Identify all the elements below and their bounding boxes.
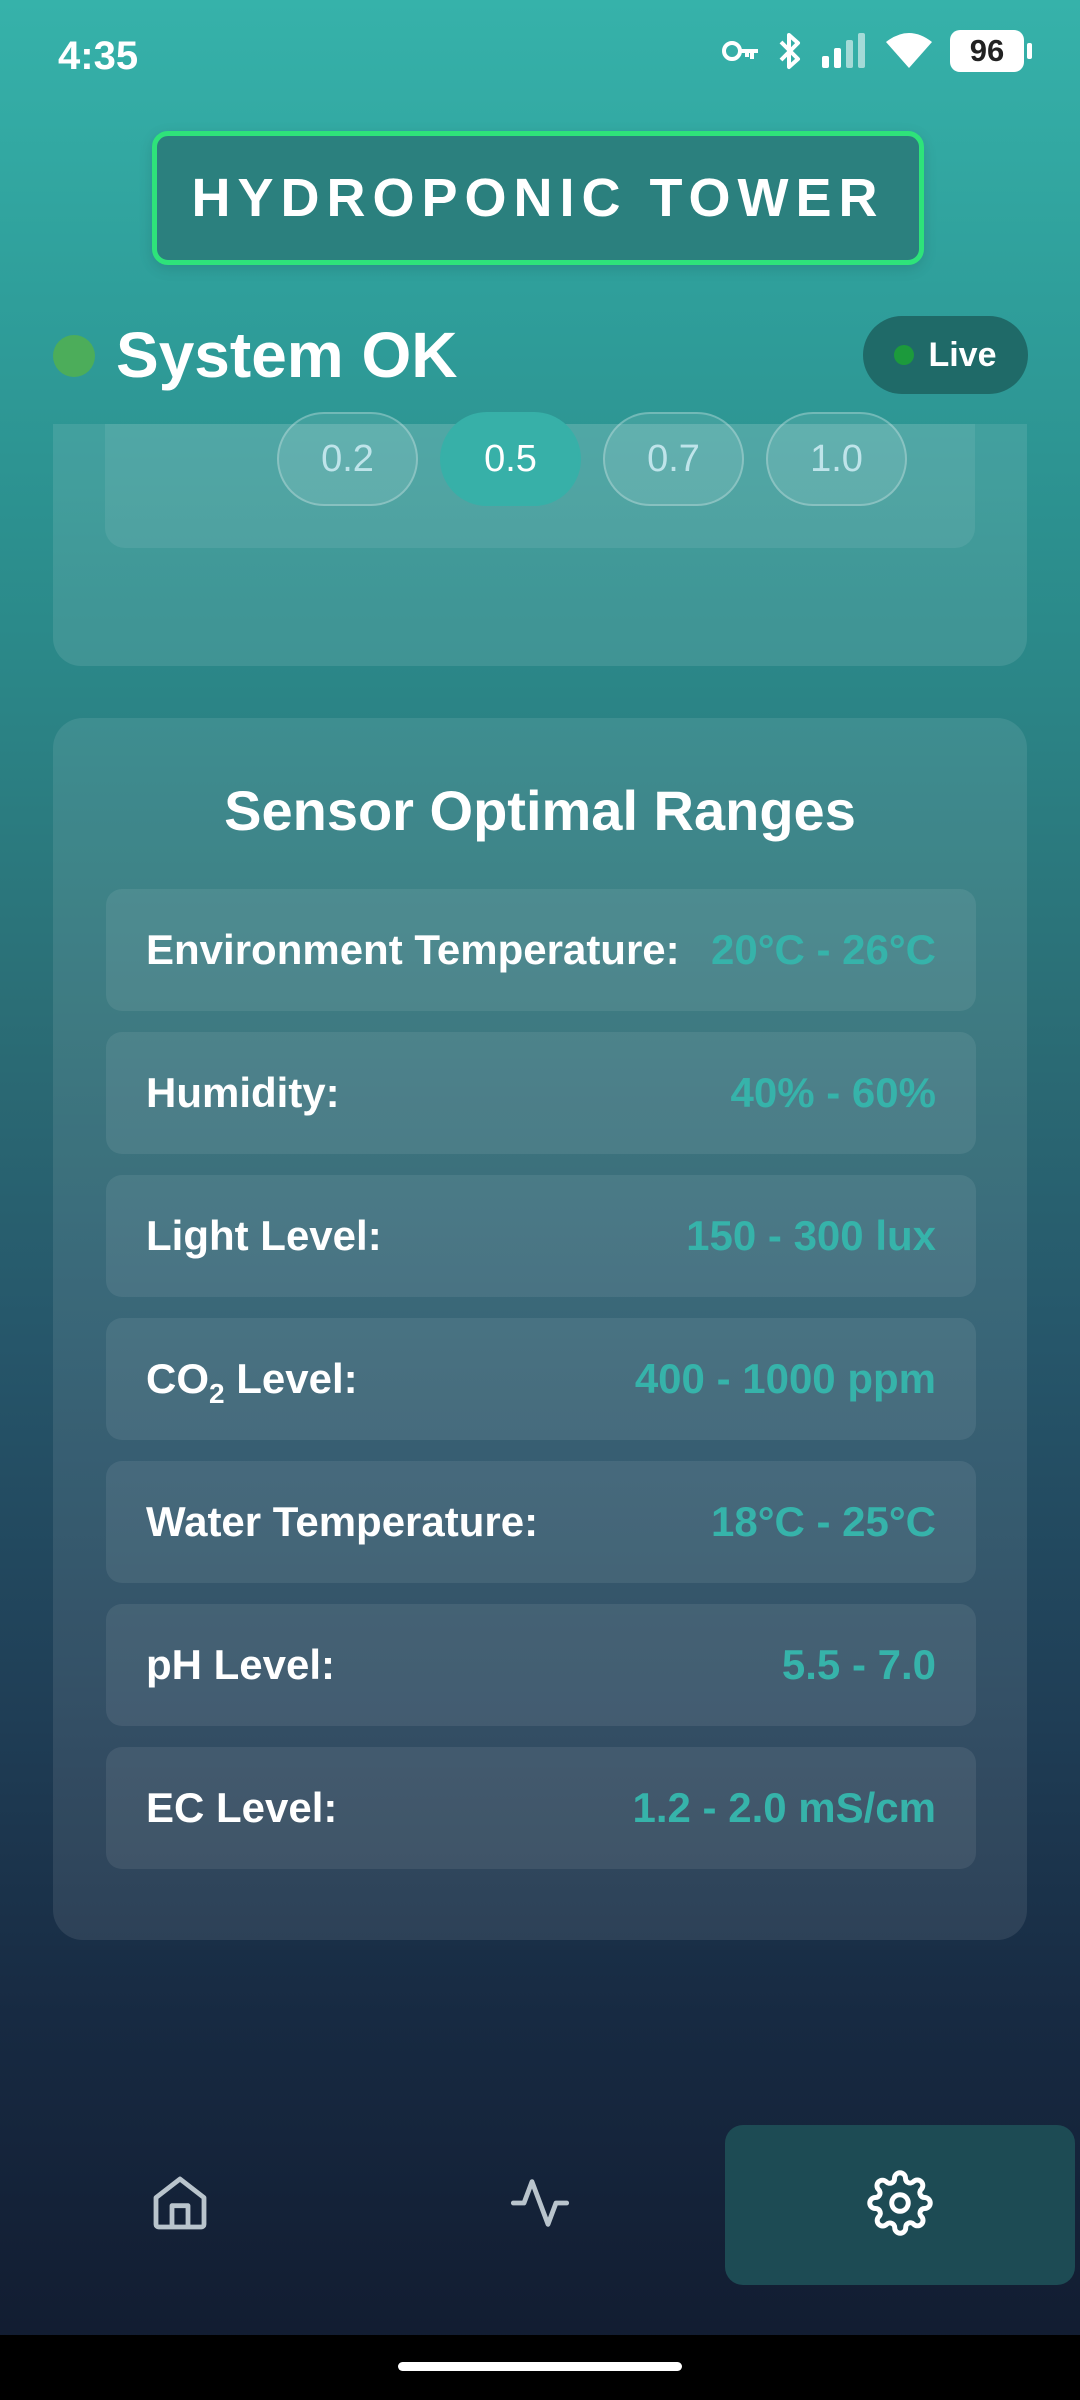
range-value: 400 - 1000 ppm [634, 1355, 936, 1402]
interval-options: 0.2 0.5 0.7 1.0 [277, 412, 907, 506]
system-status-text: System OK [116, 319, 458, 391]
range-label: Environment Temperature: [146, 926, 680, 973]
nav-home-button[interactable] [0, 2125, 360, 2285]
range-row-humidity: Humidity: 40% - 60% [106, 1032, 976, 1154]
nav-settings-button[interactable] [725, 2125, 1075, 2285]
gear-icon [867, 2169, 933, 2241]
key-icon [722, 38, 760, 64]
range-label: EC Level: [146, 1784, 338, 1831]
interval-options-box: 0.2 0.5 0.7 1.0 [105, 412, 975, 548]
activity-icon [508, 2171, 572, 2240]
range-row-ec-level: EC Level: 1.2 - 2.0 mS/cm [106, 1747, 976, 1869]
range-row-environment-temperature: Environment Temperature: 20°C - 26°C [106, 889, 976, 1011]
range-value: 5.5 - 7.0 [781, 1641, 936, 1688]
status-bar: 4:35 96 [0, 0, 1080, 118]
live-badge: Live [863, 316, 1028, 394]
nav-activity-button[interactable] [360, 2125, 720, 2285]
signal-icon [820, 32, 868, 70]
range-value: 150 - 300 lux [686, 1212, 936, 1259]
interval-option-0-2[interactable]: 0.2 [277, 412, 418, 506]
wifi-icon [884, 32, 934, 70]
range-value: 18°C - 25°C [710, 1498, 936, 1545]
interval-option-0-7[interactable]: 0.7 [603, 412, 744, 506]
range-value: 40% - 60% [730, 1069, 936, 1116]
range-value: 1.2 - 2.0 mS/cm [632, 1784, 937, 1831]
range-label-suffix: Level: [224, 1355, 358, 1402]
range-label: Water Temperature: [146, 1498, 539, 1545]
home-icon [148, 2171, 212, 2240]
bluetooth-icon [776, 31, 804, 71]
range-value: 20°C - 26°C [710, 926, 936, 973]
range-label-prefix: CO [146, 1355, 209, 1402]
sensor-ranges-card: Sensor Optimal Ranges Environment Temper… [53, 718, 1027, 1940]
interval-option-0-5[interactable]: 0.5 [440, 412, 581, 506]
interval-card: 0.2 0.5 0.7 1.0 [53, 412, 1027, 666]
app-title: HYDROPONIC TOWER [191, 168, 885, 228]
interval-option-1-0[interactable]: 1.0 [766, 412, 907, 506]
sensor-ranges-title: Sensor Optimal Ranges [224, 779, 856, 842]
system-status-dot [53, 335, 95, 377]
range-label-subscript: 2 [209, 1378, 225, 1409]
range-label: Light Level: [146, 1212, 382, 1259]
status-time: 4:35 [58, 34, 139, 78]
range-row-water-temperature: Water Temperature: 18°C - 25°C [106, 1461, 976, 1583]
home-gesture-bar[interactable] [398, 2362, 682, 2371]
range-label: CO2 Level: [146, 1355, 358, 1409]
battery-icon: 96 [950, 30, 1032, 72]
range-row-co2-level: CO2 Level: 400 - 1000 ppm [106, 1318, 976, 1440]
live-label: Live [928, 335, 997, 374]
range-label: pH Level: [146, 1641, 336, 1688]
range-row-light-level: Light Level: 150 - 300 lux [106, 1175, 976, 1297]
bottom-nav [0, 2125, 1080, 2285]
live-dot [894, 345, 915, 365]
range-label: Humidity: [146, 1069, 340, 1116]
app-title-box: HYDROPONIC TOWER [152, 131, 924, 265]
range-row-ph-level: pH Level: 5.5 - 7.0 [106, 1604, 976, 1726]
status-icons: 96 [722, 30, 1032, 72]
